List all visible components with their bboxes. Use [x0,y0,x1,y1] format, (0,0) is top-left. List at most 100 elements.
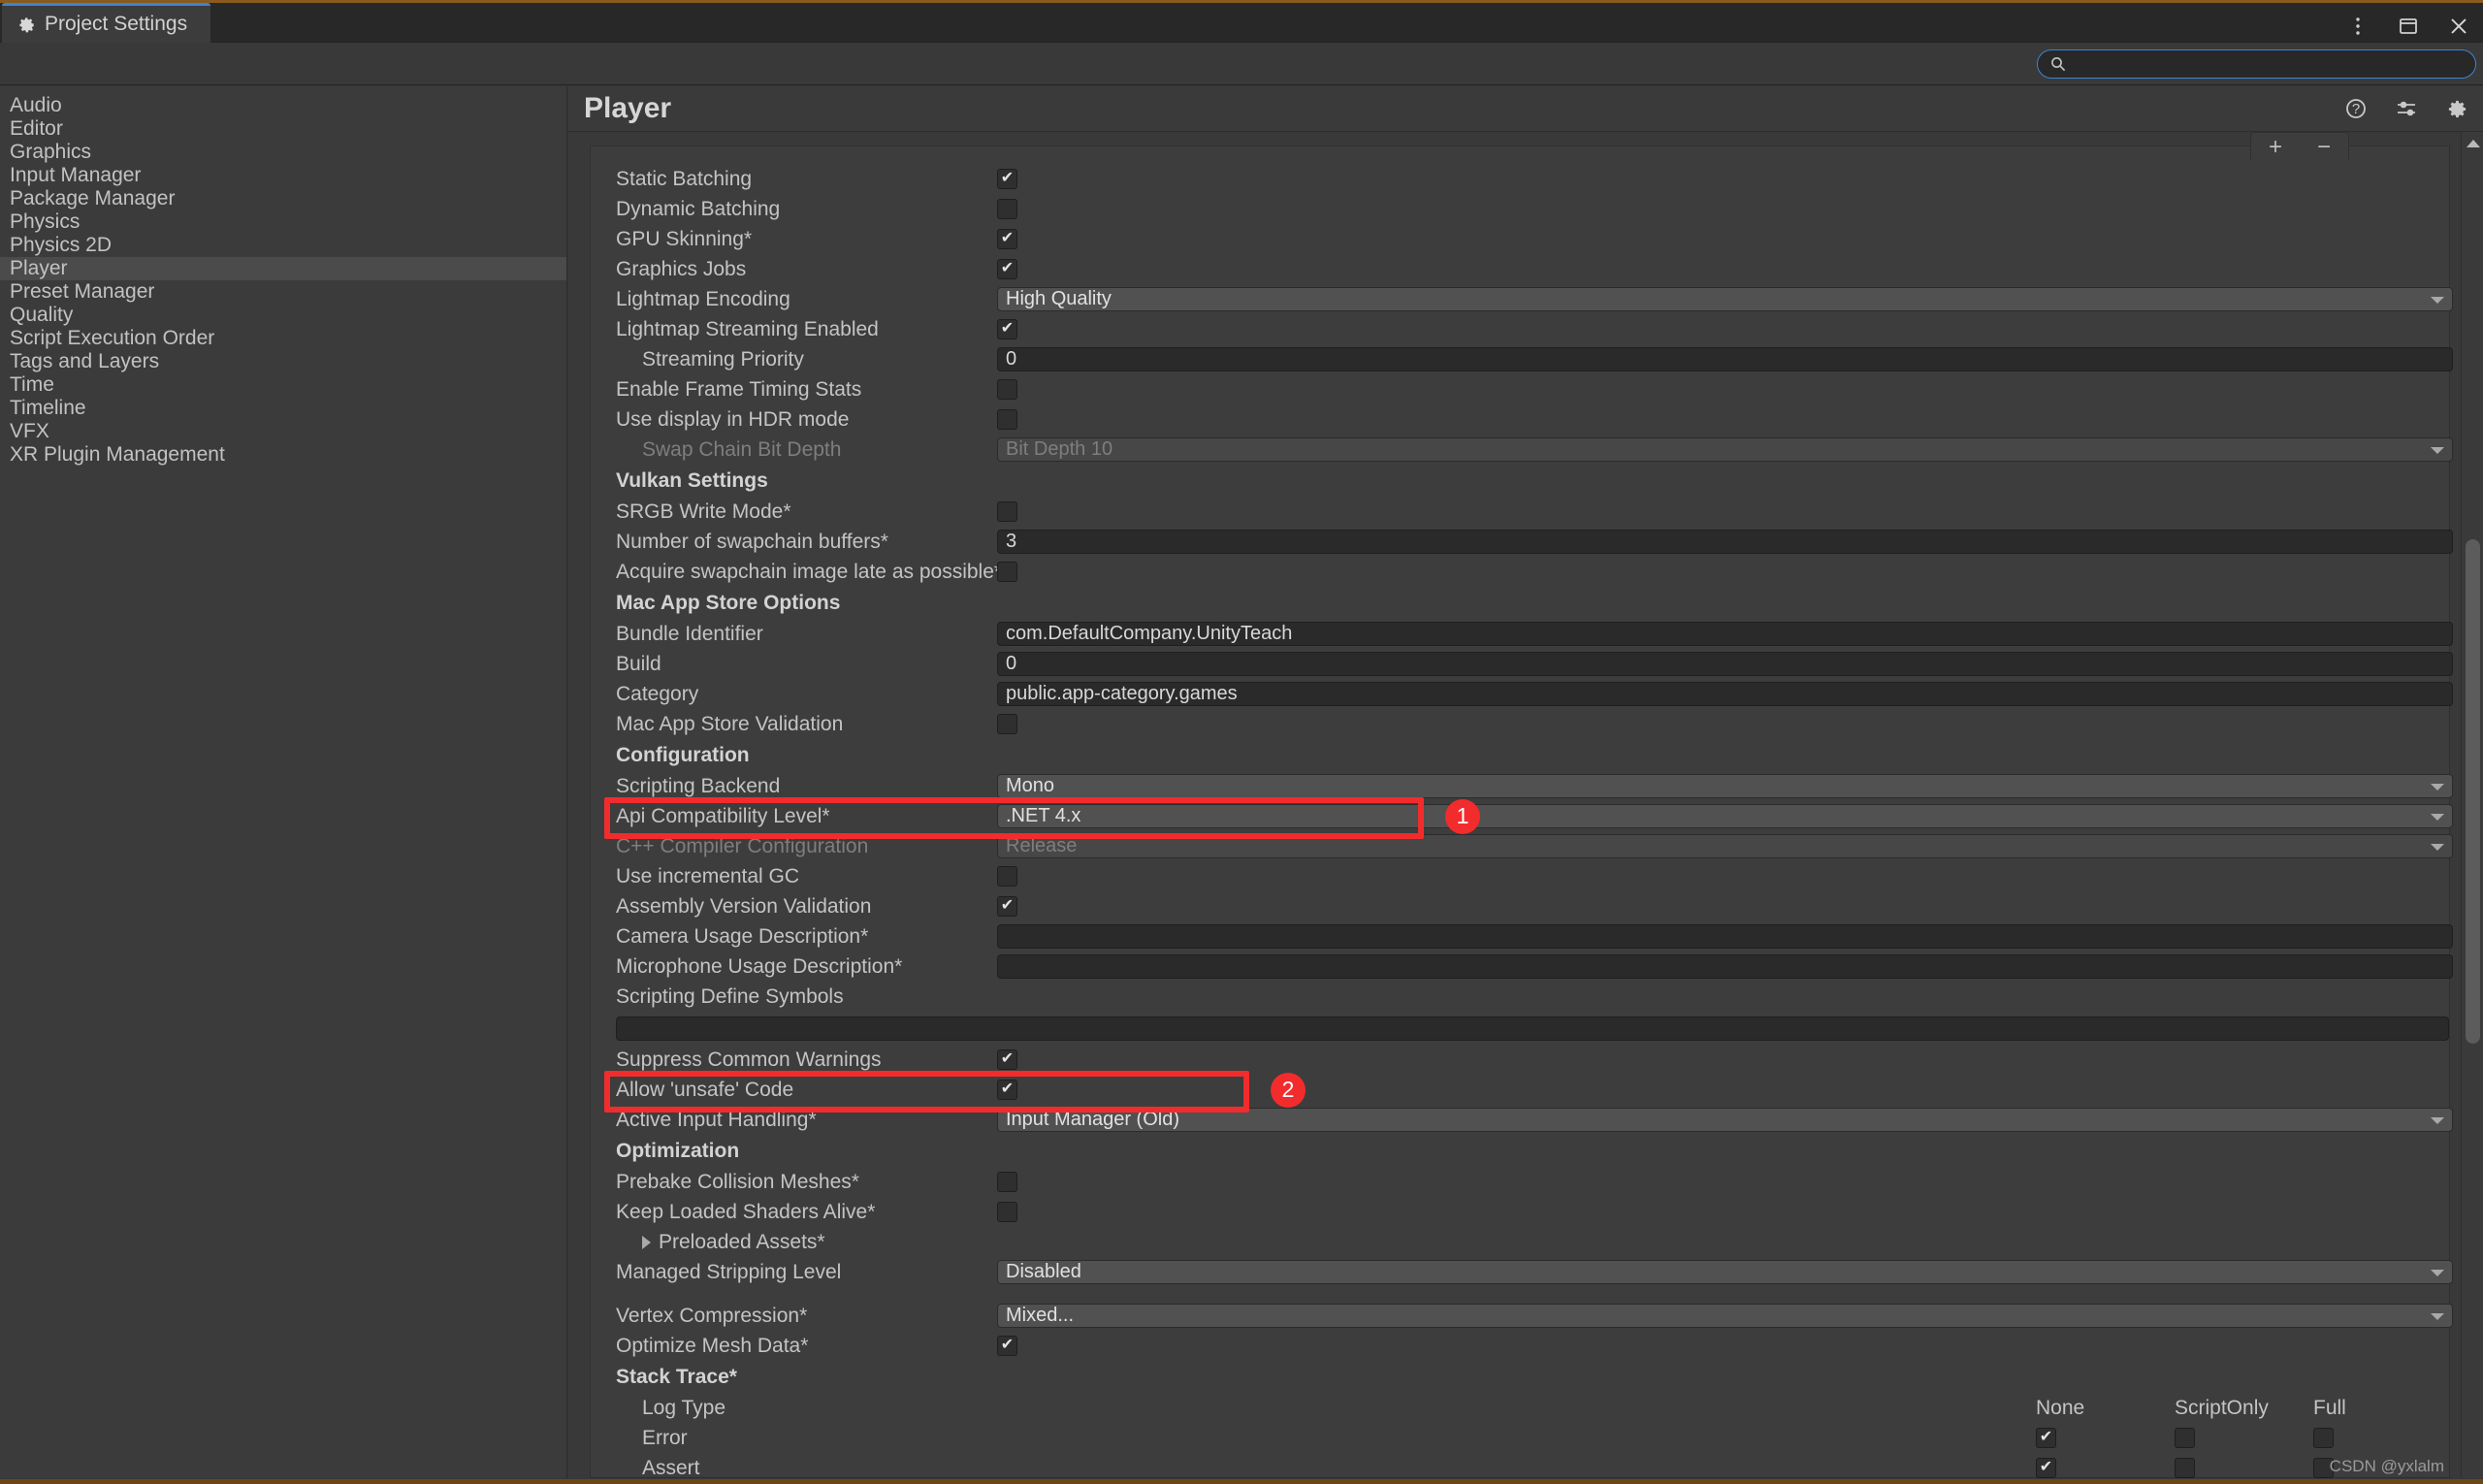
tab-label: Project Settings [45,13,188,35]
settings-sidebar[interactable]: Audio Editor Graphics Input Manager Package … [0,86,567,1478]
dropdown-swap-chain-bit-depth[interactable]: Bit Depth 10 [997,437,2453,462]
scrollbar-thumb[interactable] [2466,539,2480,1044]
checkbox-error-full[interactable] [2313,1428,2334,1448]
row-spacer [616,1287,2453,1301]
sidebar-item-vfx[interactable]: VFX [0,420,566,443]
sidebar-item-time[interactable]: Time [0,373,566,397]
checkbox-srgb-write-mode[interactable] [997,501,1017,522]
row-label: Keep Loaded Shaders Alive* [616,1200,876,1223]
sidebar-item-tags-and-layers[interactable]: Tags and Layers [0,350,566,373]
checkbox-optimize-mesh-data[interactable] [997,1336,1017,1356]
row-static-batching: Static Batching [616,164,2453,194]
settings-row-list: Static Batching Dynamic Batching GPU Skinn… [616,164,2453,1478]
checkbox-error-none[interactable] [2036,1428,2056,1448]
sidebar-item-graphics[interactable]: Graphics [0,141,566,164]
checkbox-use-display-in-hdr-mode[interactable] [997,409,1017,430]
input-microphone-usage-description[interactable] [997,954,2453,979]
window-bottom-bar [0,1479,2483,1484]
checkbox-error-scriptonly[interactable] [2175,1428,2195,1448]
stack-trace-cell [2036,1458,2175,1478]
checkbox-acquire-swapchain-image-late-as-possible[interactable] [997,562,1017,582]
scripting-define-symbols-input[interactable] [616,1016,2449,1041]
row-label: C++ Compiler Configuration [616,834,869,857]
chevron-right-icon[interactable] [642,1235,651,1249]
preset-sliders-icon[interactable] [2394,96,2419,121]
annotation-badge-2: 2 [1271,1072,1306,1108]
checkbox-use-incremental-gc[interactable] [997,866,1017,887]
sidebar-item-physics-2d[interactable]: Physics 2D [0,234,566,257]
help-icon[interactable]: ? [2343,96,2369,121]
input-streaming-priority[interactable]: 0 [997,347,2453,371]
close-icon[interactable] [2444,12,2473,41]
input-bundle-identifier[interactable]: com.DefaultCompany.UnityTeach [997,622,2453,646]
dropdown-managed-stripping-level[interactable]: Disabled [997,1260,2453,1284]
checkbox-gpu-skinning[interactable] [997,229,1017,249]
input-camera-usage-description[interactable] [997,924,2453,949]
checkbox-static-batching[interactable] [997,169,1017,189]
search-field[interactable] [2037,49,2476,79]
sidebar-item-input-manager[interactable]: Input Manager [0,164,566,187]
dropdown-lightmap-encoding[interactable]: High Quality [997,287,2453,311]
checkbox-allow-unsafe-code[interactable] [997,1080,1017,1100]
row-label: Use incremental GC [616,864,800,887]
more-options-icon[interactable] [2343,12,2372,41]
settings-gear-icon[interactable] [2444,96,2469,121]
tab-project-settings[interactable]: Project Settings [2,3,211,43]
dropdown-active-input-handling[interactable]: Input Manager (Old) [997,1108,2453,1132]
sidebar-item-audio[interactable]: Audio [0,94,566,117]
page-title: Player [584,92,672,124]
checkbox-assembly-version-validation[interactable] [997,896,1017,917]
row-keep-loaded-shaders-alive: Keep Loaded Shaders Alive* [616,1197,2453,1227]
checkbox-graphics-jobs[interactable] [997,259,1017,279]
checkbox-assert-scriptonly[interactable] [2175,1458,2195,1478]
input-build[interactable]: 0 [997,652,2453,676]
row-label: Api Compatibility Level* [616,804,830,827]
checkbox-mac-app-store-validation[interactable] [997,714,1017,734]
maximize-icon[interactable] [2394,12,2423,41]
dropdown-scripting-backend[interactable]: Mono [997,774,2453,798]
sidebar-item-preset-manager[interactable]: Preset Manager [0,280,566,304]
sidebar-item-xr-plugin-management[interactable]: XR Plugin Management [0,443,566,467]
dropdown-value: Disabled [1006,1261,1081,1282]
chevron-down-icon [2431,296,2444,304]
row-active-input-handling: Active Input Handling* Input Manager (Old… [616,1105,2453,1135]
stack-trace-cell [2036,1428,2175,1448]
vertical-scrollbar[interactable] [2461,132,2483,1478]
checkbox-keep-loaded-shaders-alive[interactable] [997,1202,1017,1222]
checkbox-assert-none[interactable] [2036,1458,2056,1478]
dropdown-api-compatibility-level[interactable]: .NET 4.x [997,804,2453,828]
row-mac-app-store-validation: Mac App Store Validation [616,709,2453,739]
remove-platform-button[interactable]: − [2317,135,2331,159]
row-label: Camera Usage Description* [616,924,869,948]
input-category[interactable]: public.app-category.games [997,682,2453,706]
sidebar-item-player[interactable]: Player [0,257,566,280]
foldout-preloaded-assets[interactable]: Preloaded Assets* [616,1231,997,1254]
row-label: SRGB Write Mode* [616,500,791,523]
row-scripting-define-symbols: Scripting Define Symbols [616,982,2453,1012]
sidebar-item-timeline[interactable]: Timeline [0,397,566,420]
checkbox-dynamic-batching[interactable] [997,199,1017,219]
row-allow-unsafe-code: Allow 'unsafe' Code [616,1075,2453,1105]
checkbox-prebake-collision-meshes[interactable] [997,1172,1017,1192]
checkbox-lightmap-streaming-enabled[interactable] [997,319,1017,339]
dropdown-c-compiler-configuration[interactable]: Release [997,834,2453,858]
row-microphone-usage-description: Microphone Usage Description* [616,952,2453,982]
sidebar-item-package-manager[interactable]: Package Manager [0,187,566,210]
row-label: Swap Chain Bit Depth [642,437,842,461]
inspector-scroll-area: + − Static Batching Dynamic Batching GPU S… [578,132,2466,1478]
sidebar-item-physics[interactable]: Physics [0,210,566,234]
dropdown-vertex-compression[interactable]: Mixed... [997,1304,2453,1328]
row-srgb-write-mode: SRGB Write Mode* [616,497,2453,527]
checkbox-enable-frame-timing-stats[interactable] [997,379,1017,400]
checkbox-suppress-common-warnings[interactable] [997,1049,1017,1070]
row-label: Scripting Define Symbols [616,984,844,1008]
dropdown-value: .NET 4.x [1006,805,1081,826]
scroll-up-arrow[interactable] [2462,132,2483,155]
input-number-of-swapchain-buffers[interactable]: 3 [997,530,2453,554]
add-platform-button[interactable]: + [2269,135,2282,159]
sidebar-item-quality[interactable]: Quality [0,304,566,327]
search-input[interactable] [2075,53,2464,75]
sidebar-item-script-execution-order[interactable]: Script Execution Order [0,327,566,350]
row-label: Lightmap Encoding [616,287,790,310]
sidebar-item-editor[interactable]: Editor [0,117,566,141]
